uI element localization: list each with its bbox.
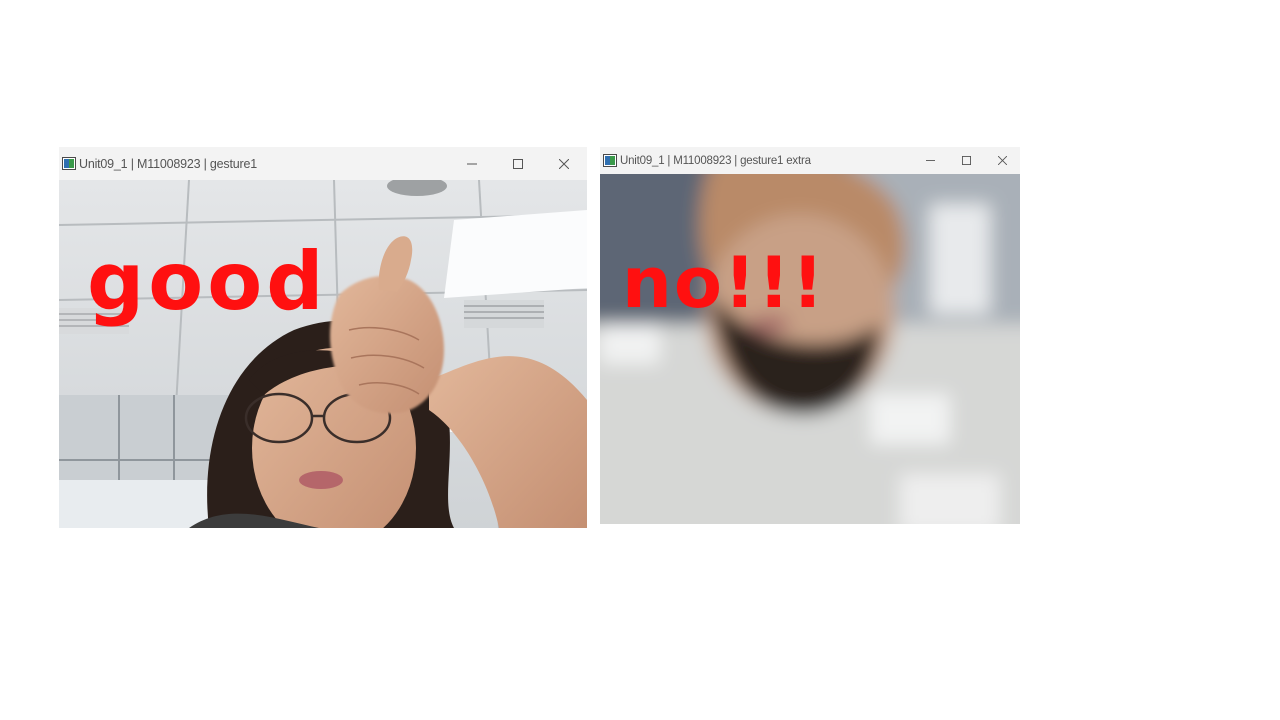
close-button[interactable] <box>541 147 587 180</box>
camera-feed: good <box>59 180 587 528</box>
close-icon <box>997 156 1007 165</box>
window-title: Unit09_1 | M11008923 | gesture1 extra <box>620 154 811 167</box>
window-title: Unit09_1 | M11008923 | gesture1 <box>79 156 257 171</box>
gesture-label: good <box>87 235 328 328</box>
camera-window-gesture1-extra[interactable]: Unit09_1 | M11008923 | gesture1 extra no… <box>600 147 1020 524</box>
gesture-label: no!!! <box>622 242 826 324</box>
minimize-icon <box>925 160 935 161</box>
app-window-icon <box>62 157 76 170</box>
camera-frame-image <box>59 180 587 528</box>
close-button[interactable] <box>984 147 1020 174</box>
blurred-camera-frame-image <box>600 174 1020 524</box>
maximize-button[interactable] <box>495 147 541 180</box>
camera-window-gesture1[interactable]: Unit09_1 | M11008923 | gesture1 good <box>59 147 587 528</box>
app-window-icon <box>603 154 617 167</box>
minimize-icon <box>467 163 477 164</box>
maximize-icon <box>513 158 523 169</box>
close-icon <box>559 158 569 169</box>
minimize-button[interactable] <box>912 147 948 174</box>
camera-feed-blurred: no!!! <box>600 174 1020 524</box>
maximize-button[interactable] <box>948 147 984 174</box>
maximize-icon <box>961 156 971 165</box>
title-bar[interactable]: Unit09_1 | M11008923 | gesture1 <box>59 147 587 180</box>
minimize-button[interactable] <box>449 147 495 180</box>
title-bar[interactable]: Unit09_1 | M11008923 | gesture1 extra <box>600 147 1020 174</box>
